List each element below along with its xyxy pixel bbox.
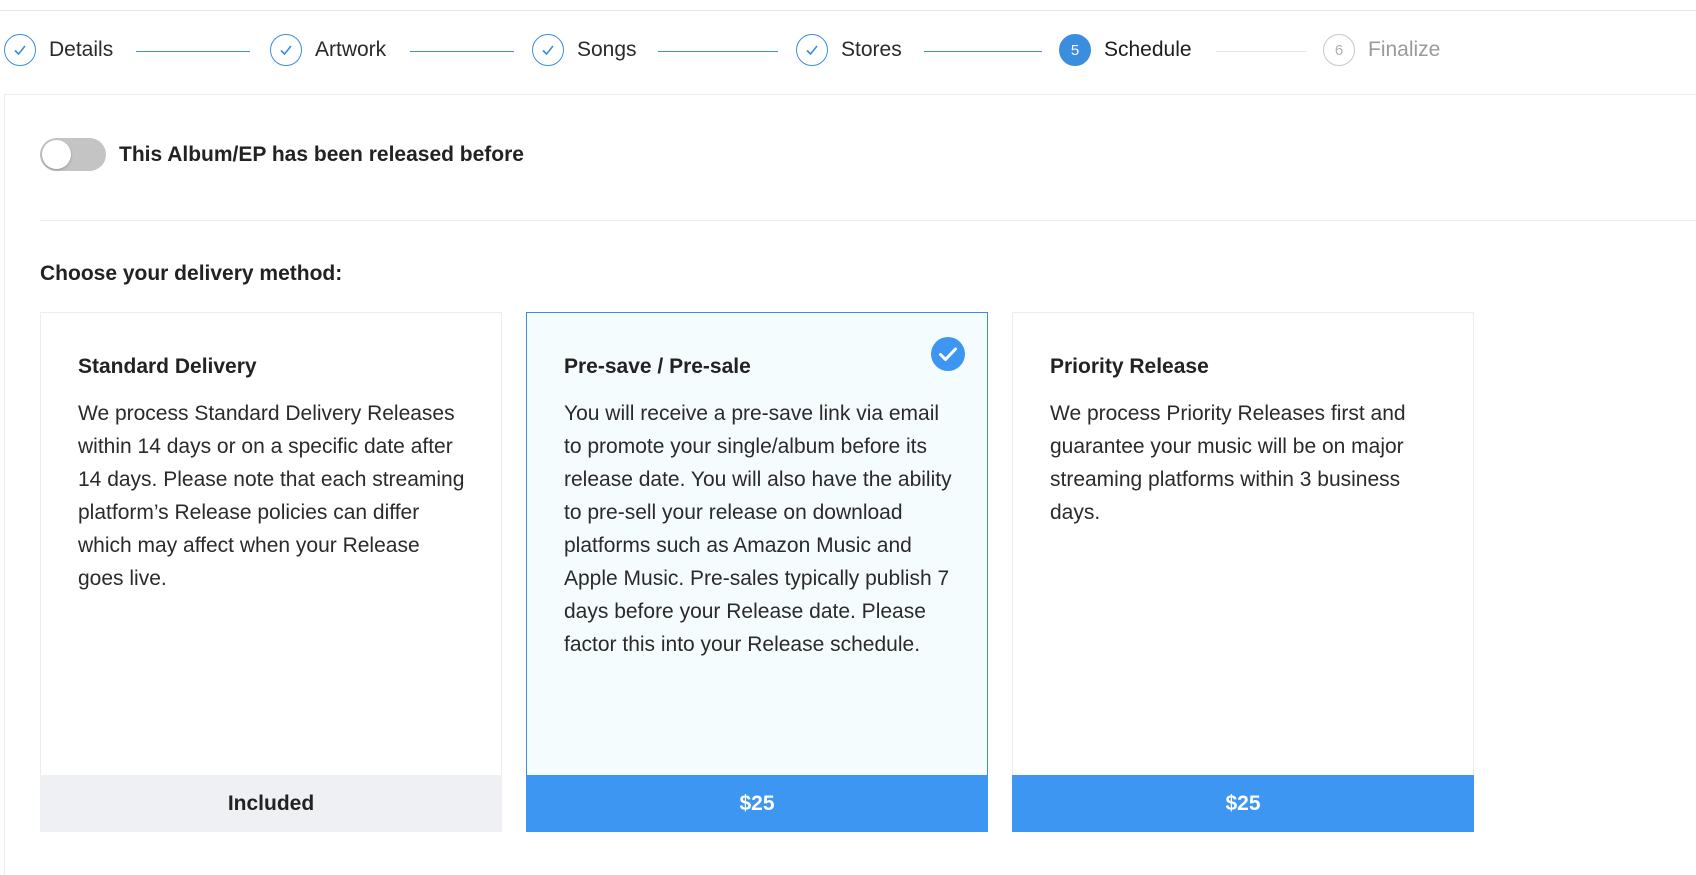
toggle-knob — [42, 140, 71, 169]
step-label-stores: Stores — [841, 38, 902, 61]
card-title: Standard Delivery — [78, 355, 257, 378]
step-number-badge: 6 — [1323, 34, 1355, 66]
check-icon — [532, 34, 564, 66]
section-divider — [40, 220, 1696, 221]
card-description: We process Standard Delivery Releases wi… — [78, 402, 465, 590]
step-schedule[interactable]: 5 Schedule — [1059, 33, 1192, 67]
step-number-badge: 5 — [1059, 34, 1091, 66]
step-songs[interactable]: Songs — [532, 33, 637, 67]
delivery-option-standard[interactable]: Standard Delivery We process Standard De… — [40, 312, 502, 832]
checkmark-circle-icon — [931, 337, 965, 371]
step-label-details: Details — [49, 38, 114, 61]
delivery-option-priority[interactable]: Priority Release We process Priority Rel… — [1012, 312, 1474, 832]
card-description: You will receive a pre-save link via ema… — [564, 402, 952, 656]
released-before-toggle-row: This Album/EP has been released before — [40, 138, 524, 171]
check-icon — [4, 34, 36, 66]
card-title: Priority Release — [1050, 355, 1209, 378]
step-label-artwork: Artwork — [315, 38, 387, 61]
delivery-method-heading: Choose your delivery method: — [40, 262, 343, 285]
check-icon — [270, 34, 302, 66]
step-connector — [924, 51, 1042, 52]
step-details[interactable]: Details — [4, 33, 113, 67]
step-label-songs: Songs — [577, 38, 637, 61]
card-title: Pre-save / Pre-sale — [564, 355, 751, 378]
progress-stepper: Details Artwork Songs Stores 5 Schedule … — [0, 0, 1696, 96]
card-description: We process Priority Releases first and g… — [1050, 402, 1406, 524]
step-connector — [658, 51, 778, 52]
step-artwork[interactable]: Artwork — [270, 33, 386, 67]
check-icon — [796, 34, 828, 66]
delivery-option-presave[interactable]: Pre-save / Pre-sale You will receive a p… — [526, 312, 988, 832]
price-button[interactable]: $25 — [526, 775, 988, 832]
step-connector — [136, 51, 250, 52]
step-label-schedule: Schedule — [1104, 38, 1192, 61]
price-included[interactable]: Included — [40, 775, 502, 832]
step-finalize[interactable]: 6 Finalize — [1323, 33, 1440, 67]
step-connector — [1216, 51, 1306, 52]
released-before-label: This Album/EP has been released before — [119, 142, 524, 166]
step-stores[interactable]: Stores — [796, 33, 902, 67]
released-before-toggle[interactable] — [40, 138, 106, 171]
step-connector — [410, 51, 514, 52]
step-label-finalize: Finalize — [1368, 38, 1441, 61]
price-button[interactable]: $25 — [1012, 775, 1474, 832]
